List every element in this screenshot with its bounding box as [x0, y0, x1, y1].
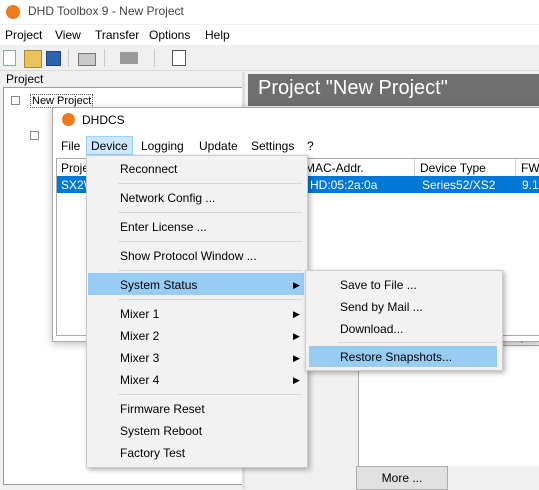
menu-item-system-status[interactable]: System Status	[120, 278, 197, 292]
dialog-menu-help[interactable]: ?	[307, 139, 314, 153]
menu-project[interactable]: Project	[5, 28, 42, 42]
menu-item-mixer-4[interactable]: Mixer 4	[120, 373, 159, 387]
dialog-menu-settings[interactable]: Settings	[251, 139, 294, 153]
calculator-icon[interactable]	[172, 50, 186, 66]
window-title: DHD Toolbox 9 - New Project	[28, 4, 184, 18]
submenu-item-download[interactable]: Download...	[340, 322, 403, 336]
menu-item-network-config[interactable]: Network Config ...	[120, 191, 215, 205]
open-folder-icon[interactable]	[24, 50, 42, 68]
dialog-menu-device[interactable]: Device	[91, 139, 128, 153]
cell-mac: HD:05:2a:0a	[310, 178, 378, 192]
dialog-title: DHDCS	[82, 113, 125, 127]
dialog-menu-logging[interactable]: Logging	[141, 139, 184, 153]
print-icon[interactable]	[78, 53, 96, 66]
menu-item-mixer-3[interactable]: Mixer 3	[120, 351, 159, 365]
dhdcs-logo-icon	[62, 113, 75, 126]
toolbar-separator	[104, 49, 105, 67]
menu-item-firmware-reset[interactable]: Firmware Reset	[120, 402, 205, 416]
menu-options[interactable]: Options	[149, 28, 190, 42]
column-divider[interactable]	[515, 159, 516, 176]
tree-collapse-icon[interactable]	[30, 131, 39, 140]
submenu-arrow-icon: ▶	[293, 353, 300, 363]
menu-transfer[interactable]: Transfer	[95, 28, 139, 42]
menu-item-reconnect[interactable]: Reconnect	[120, 162, 177, 176]
menu-separator	[118, 394, 302, 395]
submenu-item-restore-snapshots[interactable]: Restore Snapshots...	[340, 350, 452, 364]
device-icon[interactable]	[120, 52, 138, 64]
menu-item-enter-license[interactable]: Enter License ...	[120, 220, 207, 234]
tree-collapse-icon[interactable]	[11, 96, 20, 105]
save-icon[interactable]	[46, 51, 61, 66]
menu-item-factory-test[interactable]: Factory Test	[120, 446, 185, 460]
submenu-item-save-to-file[interactable]: Save to File ...	[340, 278, 417, 292]
app-logo-icon	[6, 5, 20, 19]
dialog-menu-update[interactable]: Update	[199, 139, 238, 153]
menu-separator	[118, 183, 302, 184]
content-header-title: Project "New Project"	[258, 77, 448, 99]
cell-device-type: Series52/XS2	[422, 178, 496, 192]
column-header-project[interactable]: Proje	[61, 161, 89, 175]
menu-separator	[338, 342, 496, 343]
submenu-arrow-icon: ▶	[293, 375, 300, 385]
tree-root-item[interactable]: New Project	[30, 94, 94, 108]
submenu-item-send-by-mail[interactable]: Send by Mail ...	[340, 300, 423, 314]
dialog-menu-file[interactable]: File	[61, 139, 80, 153]
menu-item-show-protocol[interactable]: Show Protocol Window ...	[120, 249, 257, 263]
toolbar-separator	[154, 49, 155, 67]
new-file-icon[interactable]	[3, 50, 16, 66]
menu-help[interactable]: Help	[205, 28, 230, 42]
submenu-arrow-icon: ▶	[293, 309, 300, 319]
submenu-arrow-icon: ▶	[293, 280, 300, 290]
menu-separator	[118, 241, 302, 242]
menu-separator	[118, 270, 302, 271]
column-header-device-type[interactable]: Device Type	[420, 161, 486, 175]
toolbar-separator	[68, 49, 69, 67]
column-header-fw[interactable]: FW-	[521, 161, 539, 175]
menu-item-mixer-1[interactable]: Mixer 1	[120, 307, 159, 321]
menu-separator	[118, 212, 302, 213]
more-button[interactable]: More ...	[356, 466, 448, 490]
project-panel-label: Project	[6, 72, 44, 86]
menu-separator	[118, 299, 302, 300]
cell-fw: 9.1	[522, 178, 539, 192]
menu-view[interactable]: View	[55, 28, 81, 42]
column-divider[interactable]	[414, 159, 415, 176]
menu-item-mixer-2[interactable]: Mixer 2	[120, 329, 159, 343]
submenu-arrow-icon: ▶	[293, 331, 300, 341]
column-header-mac[interactable]: MAC-Addr.	[305, 161, 364, 175]
menu-item-system-reboot[interactable]: System Reboot	[120, 424, 202, 438]
